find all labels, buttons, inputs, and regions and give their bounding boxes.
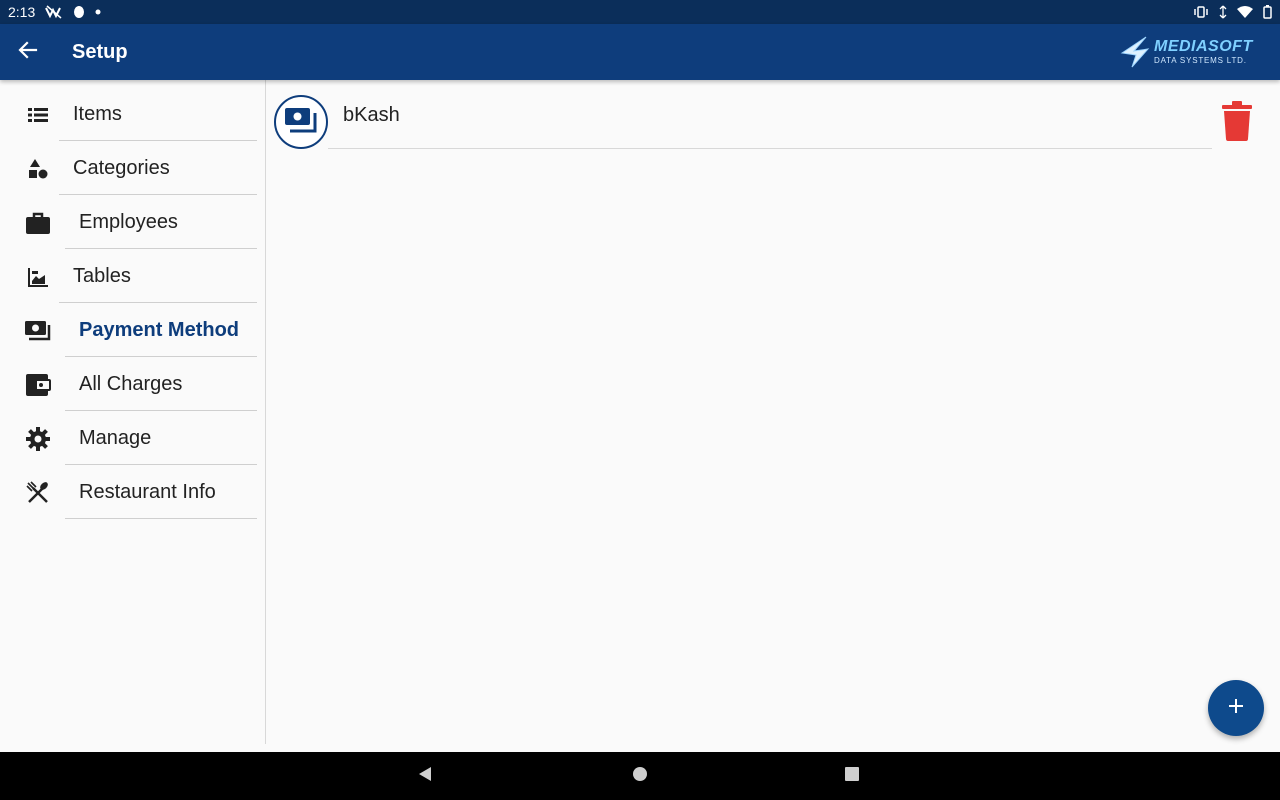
back-button[interactable] xyxy=(0,24,56,80)
sidebar-item-tables[interactable]: Tables xyxy=(0,250,265,304)
briefcase-icon xyxy=(24,209,52,237)
table-icon xyxy=(24,263,52,291)
list-icon xyxy=(24,101,52,129)
page-title: Setup xyxy=(72,40,128,63)
sidebar-item-categories[interactable]: Categories xyxy=(0,142,265,196)
system-nav-bar xyxy=(0,752,1280,800)
sidebar-item-all-charges[interactable]: All Charges xyxy=(0,358,265,412)
sidebar-item-label: Tables xyxy=(59,250,257,303)
sidebar-item-items[interactable]: Items xyxy=(0,88,265,142)
logo-mark-icon xyxy=(1120,36,1150,68)
sidebar-item-label: Restaurant Info xyxy=(65,466,257,519)
trash-icon xyxy=(1222,100,1252,146)
sidebar-item-label: Payment Method xyxy=(65,304,257,357)
payments-icon xyxy=(284,106,318,139)
add-payment-method-button[interactable] xyxy=(1208,680,1264,736)
sidebar-item-label: All Charges xyxy=(65,358,257,411)
data-arrows-icon xyxy=(1219,5,1227,19)
payment-avatar xyxy=(274,95,328,149)
sidebar-item-manage[interactable]: Manage xyxy=(0,412,265,466)
wallet-icon xyxy=(24,371,52,399)
triangle-back-icon xyxy=(417,766,433,787)
circle-home-icon xyxy=(632,766,648,787)
signal-off-icon xyxy=(45,5,63,19)
payments-icon xyxy=(24,317,52,345)
sidebar: Items Categories Employees Tables Paymen… xyxy=(0,80,266,744)
divider xyxy=(328,148,1212,149)
gear-icon xyxy=(24,425,52,453)
arrow-back-icon xyxy=(18,40,38,65)
square-recents-icon xyxy=(844,766,860,787)
status-time: 2:13 xyxy=(8,4,36,20)
vibrate-icon xyxy=(1193,6,1209,18)
wifi-icon xyxy=(1237,6,1253,18)
nav-home-button[interactable] xyxy=(628,764,652,788)
app-bar: Setup MEDIASOFT DATA SYSTEMS LTD. xyxy=(0,24,1280,80)
dot-icon xyxy=(95,9,101,15)
sidebar-item-label: Employees xyxy=(65,196,257,249)
sidebar-item-payment-method[interactable]: Payment Method xyxy=(0,304,265,358)
nav-back-button[interactable] xyxy=(413,764,437,788)
battery-icon xyxy=(1263,5,1272,19)
logo-main-text: MEDIASOFT xyxy=(1154,38,1253,55)
payment-method-row[interactable]: bKash xyxy=(266,80,1280,154)
sidebar-item-restaurant-info[interactable]: Restaurant Info xyxy=(0,466,265,520)
sidebar-item-label: Categories xyxy=(59,142,257,195)
plus-icon xyxy=(1228,698,1244,719)
mediasoft-logo: MEDIASOFT DATA SYSTEMS LTD. xyxy=(1120,32,1262,72)
utensils-icon xyxy=(24,479,52,507)
delete-button[interactable] xyxy=(1216,100,1258,146)
shapes-icon xyxy=(24,155,52,183)
nav-recents-button[interactable] xyxy=(840,764,864,788)
notification-icon xyxy=(73,5,85,19)
main-content: bKash xyxy=(266,80,1280,744)
sidebar-item-label: Manage xyxy=(65,412,257,465)
payment-method-name: bKash xyxy=(343,104,400,126)
status-bar: 2:13 xyxy=(0,0,1280,24)
sidebar-item-label: Items xyxy=(59,88,257,141)
logo-sub-text: DATA SYSTEMS LTD. xyxy=(1154,56,1247,65)
sidebar-item-employees[interactable]: Employees xyxy=(0,196,265,250)
